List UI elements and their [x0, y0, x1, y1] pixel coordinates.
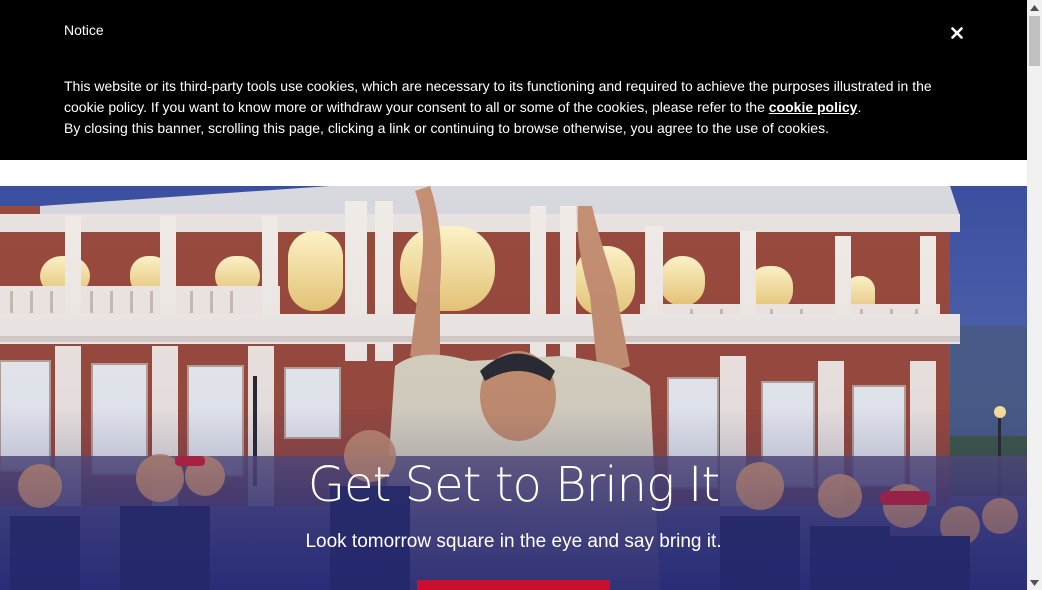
- cookie-banner: Notice This website or its third-party t…: [0, 0, 1027, 160]
- hero-cta-button[interactable]: [417, 580, 610, 590]
- cookie-banner-text: This website or its third-party tools us…: [64, 76, 964, 139]
- scrollbar-thumb[interactable]: [1029, 16, 1040, 66]
- cookie-text-part2: .: [857, 99, 862, 115]
- cookie-banner-title: Notice: [64, 22, 104, 38]
- scrollbar[interactable]: [1027, 0, 1042, 590]
- scroll-up-arrow-icon[interactable]: [1027, 0, 1042, 15]
- close-icon[interactable]: [946, 22, 968, 44]
- cookie-policy-link[interactable]: cookie policy: [769, 99, 858, 115]
- hero-title: Get Set to Bring It: [307, 457, 720, 513]
- hero-section: Get Set to Bring It Look tomorrow square…: [0, 186, 1027, 590]
- hero-subtitle: Look tomorrow square in the eye and say …: [305, 531, 722, 552]
- cookie-text-consent: By closing this banner, scrolling this p…: [64, 120, 829, 136]
- scroll-down-arrow-icon[interactable]: [1027, 575, 1042, 590]
